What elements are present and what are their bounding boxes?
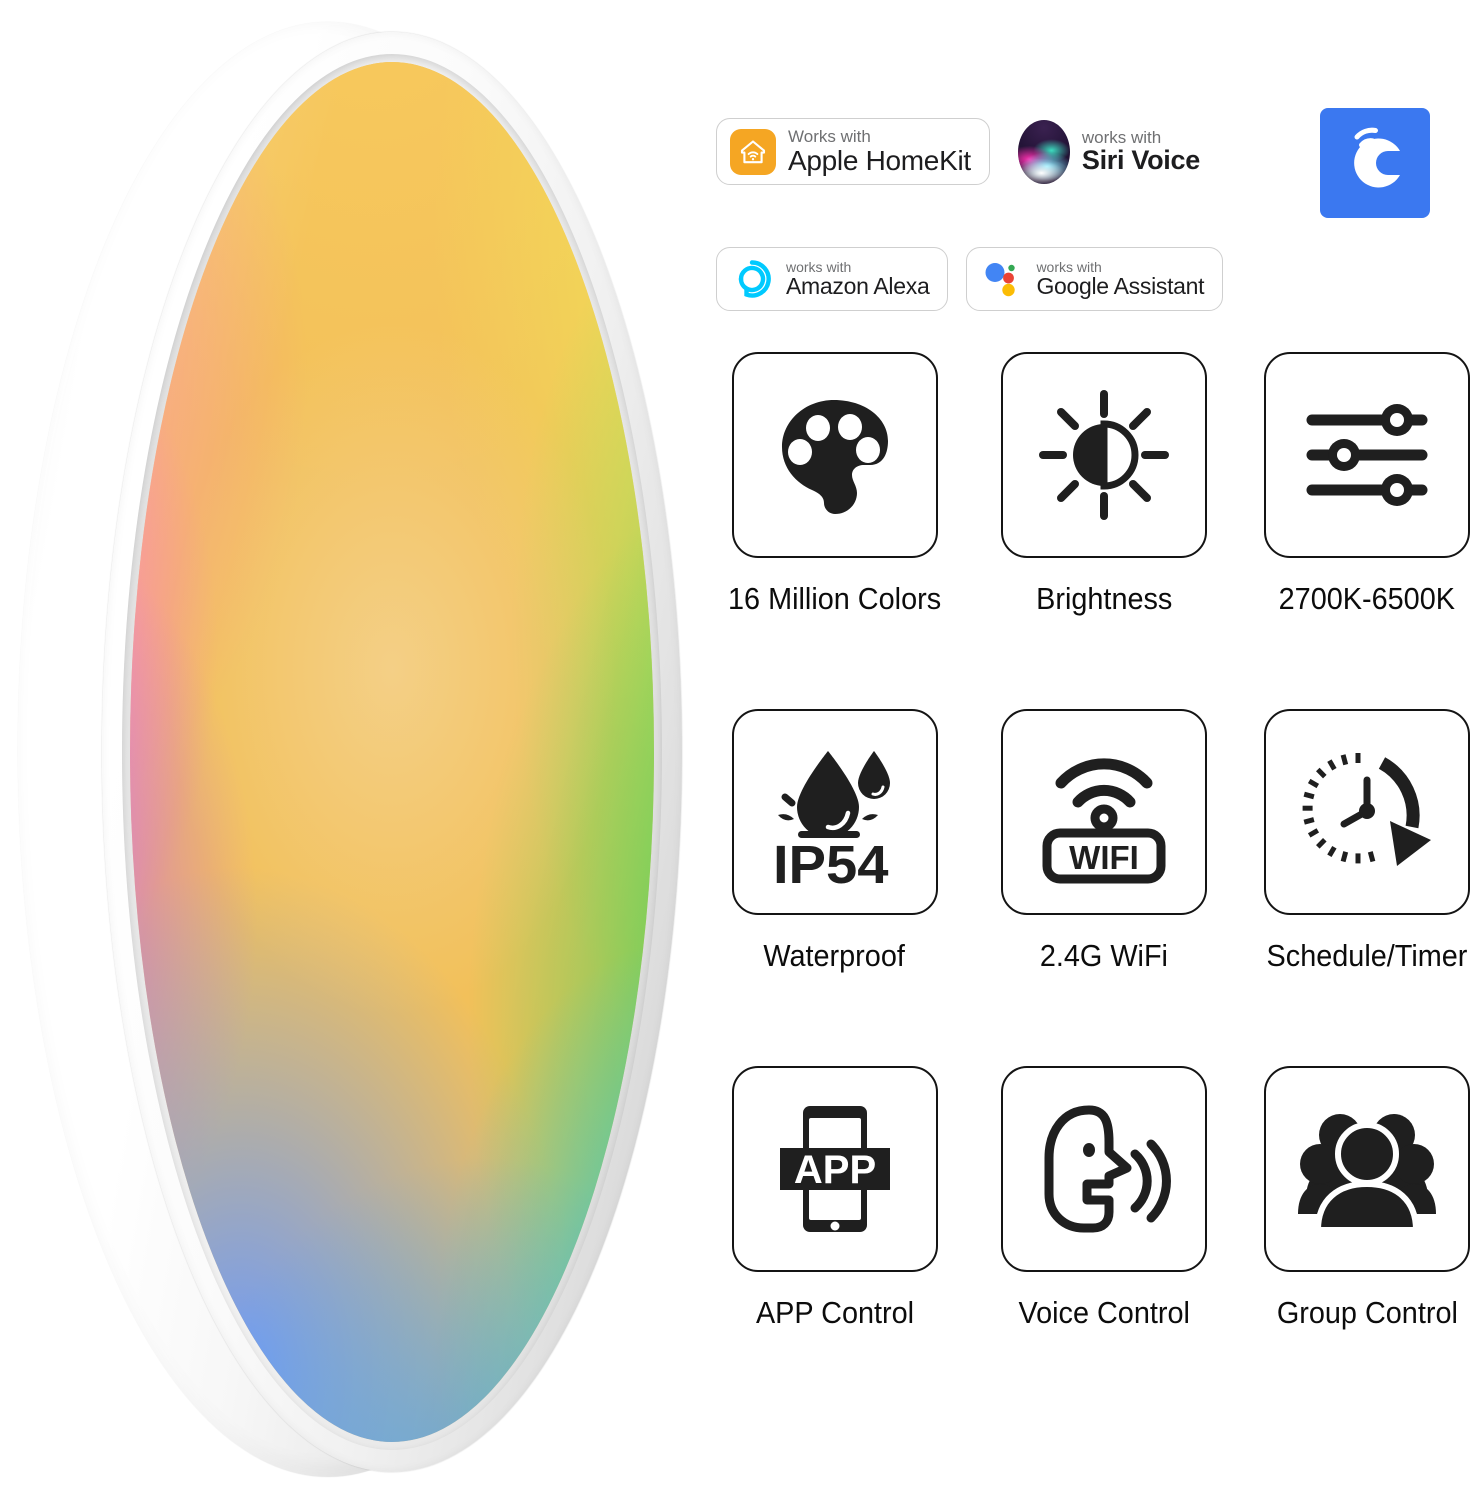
feature-cell-group-control: Group Control	[1259, 1066, 1475, 1331]
feature-cell-voice-control: Voice Control	[1001, 1066, 1208, 1331]
feature-tile	[1264, 352, 1471, 558]
feature-grid: 16 Million Colors Brightness 2700K-6500K…	[720, 352, 1471, 1331]
color-palette-icon	[781, 400, 888, 514]
badge-small-label: Works with	[788, 127, 871, 146]
google-assistant-icon	[980, 257, 1024, 301]
siri-orb-icon	[1017, 119, 1070, 184]
apple-homekit-icon	[730, 128, 776, 175]
feature-label: Schedule/Timer	[1266, 938, 1468, 973]
feature-cell-app-control: APP APP Control	[720, 1066, 949, 1331]
clock-timer-icon	[1302, 753, 1432, 866]
lamp-rgb-diffuser	[130, 62, 654, 1442]
sliders-icon	[1306, 404, 1428, 506]
feature-tile	[731, 352, 938, 558]
feature-tile	[1264, 709, 1471, 915]
feature-label: Brightness	[1036, 581, 1173, 616]
phone-app-icon: APP	[779, 1106, 890, 1232]
feature-cell-wifi: WIFI 2.4G WiFi	[1001, 709, 1208, 974]
feature-label: Group Control	[1276, 1295, 1458, 1330]
feature-tile: IP54	[731, 709, 938, 915]
badge-small-label: works with	[1081, 127, 1162, 147]
feature-label: Waterproof	[763, 938, 906, 973]
feature-cell-brightness: Brightness	[1001, 352, 1208, 617]
badge-amazon-alexa-text: works with Amazon Alexa	[786, 258, 930, 300]
amazon-alexa-icon	[730, 257, 774, 301]
compatibility-badges-row-2: works with Amazon Alexa works with Googl…	[716, 247, 1224, 311]
feature-cell-colors: 16 Million Colors	[720, 352, 949, 617]
compatibility-badges-row-1: Works with Apple HomeKit works with Siri…	[716, 118, 1200, 186]
badge-amazon-alexa: works with Amazon Alexa	[716, 247, 949, 311]
wifi-text: WIFI	[1069, 839, 1139, 876]
feature-cell-schedule: Schedule/Timer	[1259, 709, 1475, 974]
ip54-text: IP54	[773, 834, 889, 887]
diffuser-sheen	[130, 62, 654, 1442]
app-text: APP	[793, 1148, 875, 1192]
badge-small-label: works with	[786, 258, 852, 275]
badge-large-label: Apple HomeKit	[788, 144, 971, 176]
badge-large-label: Amazon Alexa	[786, 273, 930, 300]
feature-tile	[1001, 352, 1208, 558]
badge-apple-homekit: Works with Apple HomeKit	[716, 118, 990, 186]
wifi-icon: WIFI	[1042, 758, 1166, 884]
badge-small-label: works with	[1036, 258, 1102, 275]
marketing-panel: Works with Apple HomeKit works with Siri…	[700, 0, 1484, 1500]
feature-label: 2.4G WiFi	[1040, 938, 1169, 973]
badge-apple-homekit-text: Works with Apple HomeKit	[788, 127, 971, 176]
badge-siri-voice-text: works with Siri Voice	[1081, 127, 1200, 176]
water-drop-ip54-icon: IP54	[773, 751, 890, 887]
smart-life-c-icon	[1320, 108, 1430, 218]
feature-cell-waterproof: IP54 Waterproof	[720, 709, 949, 974]
badge-siri-voice: works with Siri Voice	[1013, 119, 1200, 184]
badge-large-label: Google Assistant	[1036, 273, 1205, 300]
badge-google-assistant-text: works with Google Assistant	[1036, 258, 1205, 300]
brightness-sun-icon	[1039, 390, 1170, 520]
feature-label: 16 Million Colors	[728, 581, 942, 616]
feature-tile	[1264, 1066, 1471, 1272]
feature-tile: APP	[731, 1066, 938, 1272]
feature-label: APP Control	[755, 1295, 914, 1330]
badge-large-label: Siri Voice	[1081, 145, 1200, 176]
feature-tile: WIFI	[1001, 709, 1208, 915]
feature-tile	[1001, 1066, 1208, 1272]
feature-label: Voice Control	[1018, 1295, 1190, 1330]
speaking-head-icon	[1044, 1105, 1172, 1233]
group-people-icon	[1298, 1114, 1437, 1233]
ceiling-light-fixture	[10, 10, 690, 1490]
feature-cell-color-temp: 2700K-6500K	[1259, 352, 1475, 617]
product-image	[0, 0, 700, 1500]
badge-google-assistant: works with Google Assistant	[966, 247, 1224, 311]
feature-label: 2700K-6500K	[1278, 581, 1456, 616]
